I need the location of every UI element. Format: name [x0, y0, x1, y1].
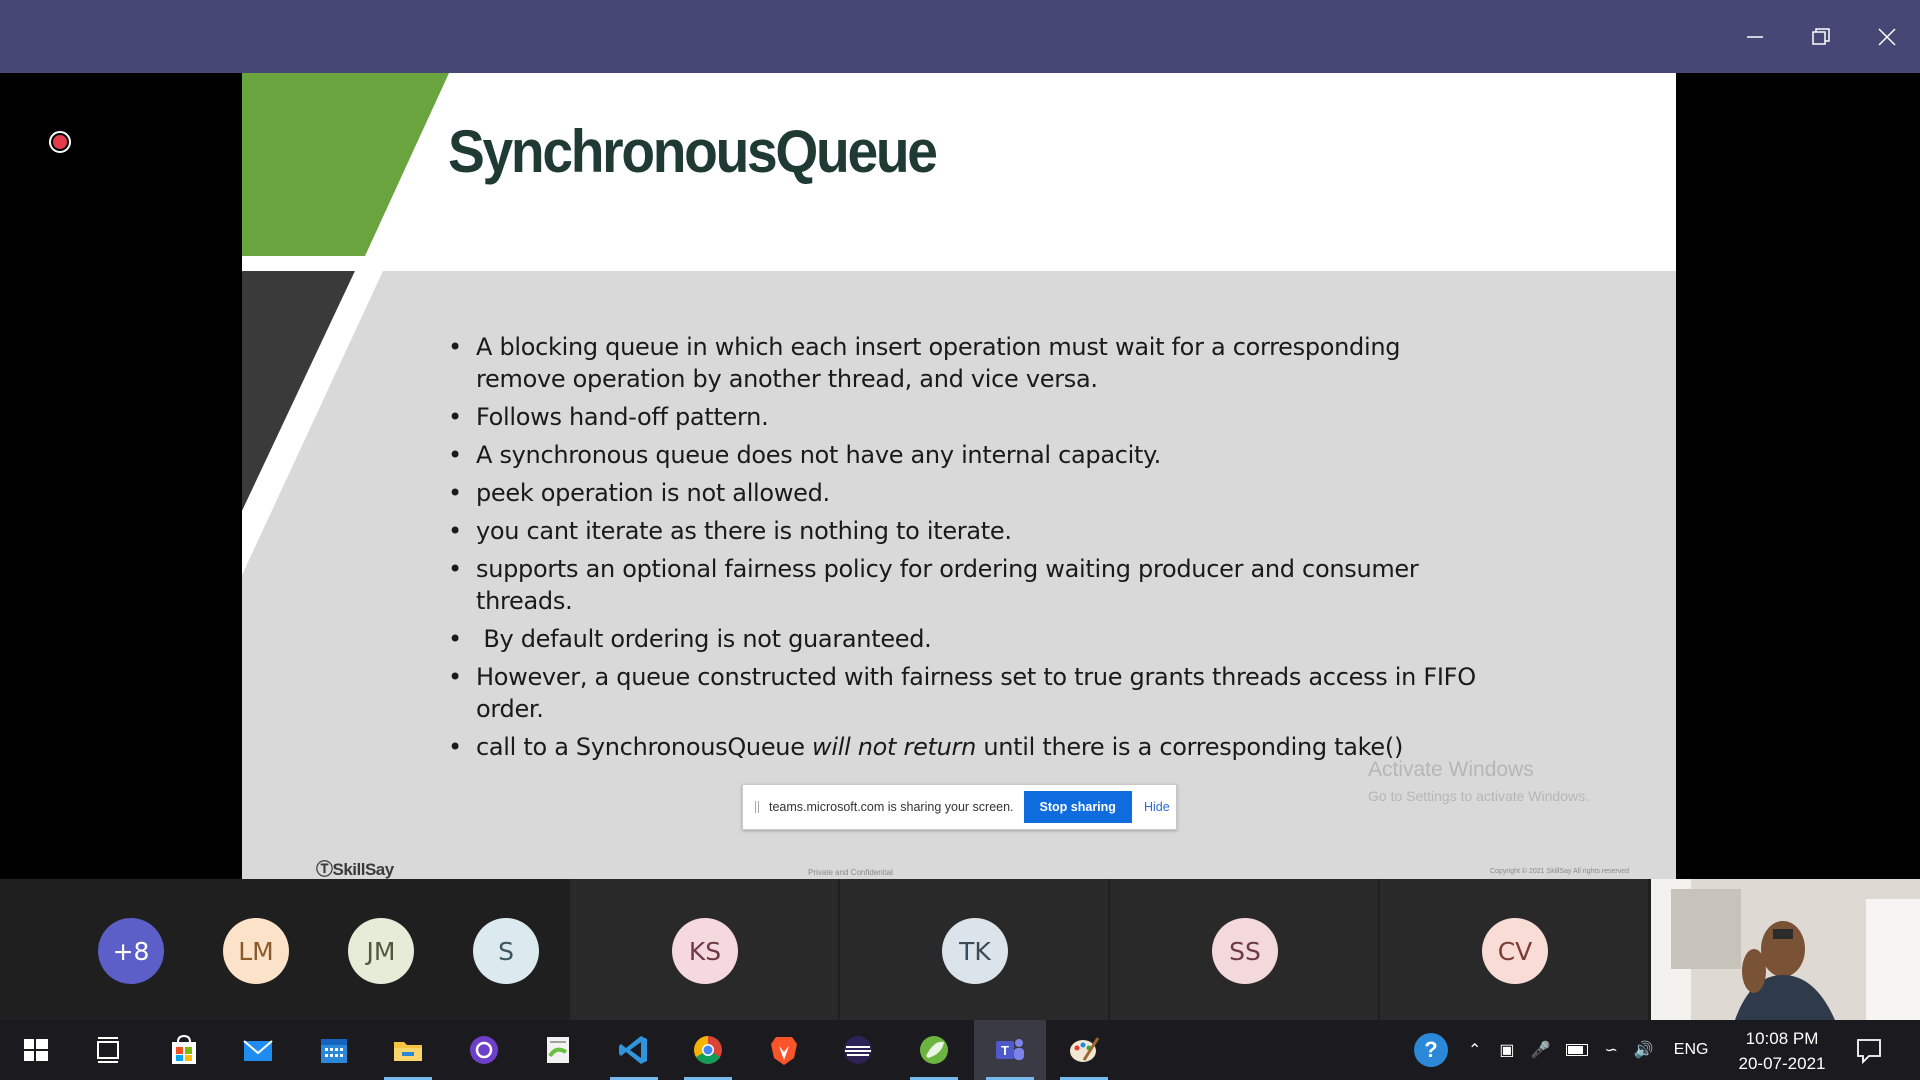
participant-avatar[interactable]: SS: [1212, 918, 1278, 984]
bullet-item: peek operation is not allowed.: [446, 477, 1486, 509]
slide-brand: ⓉSkillSay: [316, 855, 394, 879]
slide-bullet-list: A blocking queue in which each insert op…: [446, 331, 1486, 769]
file-explorer-icon[interactable]: [372, 1020, 444, 1080]
battery-icon[interactable]: [1566, 1044, 1589, 1056]
help-icon[interactable]: ?: [1414, 1033, 1448, 1067]
taskbar-clock[interactable]: 10:08 PM 20-07-2021: [1724, 1026, 1840, 1076]
restore-button[interactable]: [1788, 0, 1854, 73]
recording-indicator-icon: [49, 131, 71, 153]
drag-handle-icon[interactable]: [755, 801, 759, 813]
participant-avatar[interactable]: CV: [1482, 918, 1548, 984]
participant-avatar[interactable]: KS: [672, 918, 738, 984]
overflow-participants-avatar[interactable]: +8: [98, 918, 164, 984]
hide-banner-link[interactable]: Hide: [1144, 800, 1170, 814]
teams-icon[interactable]: T: [974, 1020, 1046, 1080]
watermark-subtitle: Go to Settings to activate Windows.: [1368, 788, 1589, 804]
participant-avatar[interactable]: JM: [348, 918, 414, 984]
eclipse-icon[interactable]: [822, 1020, 894, 1080]
bullet-text: until there is a corresponding take(): [976, 733, 1404, 761]
svg-text:T: T: [1001, 1043, 1009, 1058]
bullet-item: By default ordering is not guaranteed.: [446, 623, 1486, 655]
minimize-icon: [1747, 35, 1763, 38]
mail-icon[interactable]: [222, 1020, 294, 1080]
activate-windows-watermark: Activate Windows Go to Settings to activ…: [1368, 758, 1589, 804]
bullet-item: call to a SynchronousQueue will not retu…: [446, 731, 1486, 763]
clock-date: 20-07-2021: [1738, 1054, 1826, 1073]
screen-share-banner: teams.microsoft.com is sharing your scre…: [742, 784, 1177, 830]
chrome-icon[interactable]: [672, 1020, 744, 1080]
bullet-item: A synchronous queue does not have any in…: [446, 439, 1486, 471]
close-button[interactable]: [1854, 0, 1920, 73]
bullet-item: However, a queue constructed with fairne…: [446, 661, 1486, 725]
presenter-video[interactable]: [1651, 879, 1920, 1020]
windows-start-icon[interactable]: [0, 1020, 72, 1080]
close-icon: [1878, 27, 1896, 46]
brand-name: SkillSay: [332, 860, 395, 879]
brave-icon[interactable]: [748, 1020, 820, 1080]
meet-now-icon[interactable]: ▣: [1499, 1040, 1514, 1060]
volume-icon[interactable]: 🔊: [1634, 1040, 1654, 1060]
minimize-button[interactable]: [1722, 0, 1788, 73]
share-banner-text: teams.microsoft.com is sharing your scre…: [769, 800, 1014, 814]
slide-footer-center: Private and Confidential: [808, 868, 893, 877]
vscode-icon[interactable]: [598, 1020, 670, 1080]
window-title-bar: [0, 0, 1920, 73]
microphone-icon[interactable]: 🎤: [1531, 1040, 1551, 1060]
github-desktop-icon[interactable]: [448, 1020, 520, 1080]
bullet-item: Follows hand-off pattern.: [446, 401, 1486, 433]
spring-tools-icon[interactable]: [898, 1020, 970, 1080]
clock-time: 10:08 PM: [1745, 1029, 1819, 1048]
paint-icon[interactable]: [1048, 1020, 1120, 1080]
bullet-item: supports an optional fairness policy for…: [446, 553, 1486, 617]
presenter-video-frame: [1651, 879, 1920, 1020]
bullet-item: A blocking queue in which each insert op…: [446, 331, 1486, 395]
system-tray: ? ⌃ ▣ 🎤 ∽ 🔊 ENG: [1414, 1020, 1708, 1080]
watermark-title: Activate Windows: [1368, 758, 1534, 781]
calendar-icon[interactable]: [298, 1020, 370, 1080]
notifications-icon[interactable]: [1834, 1020, 1904, 1080]
bullet-item: you cant iterate as there is nothing to …: [446, 515, 1486, 547]
task-view-icon[interactable]: [72, 1020, 144, 1080]
skillsay-logo-icon: Ⓣ: [316, 860, 333, 879]
slide-title: SynchronousQueue: [448, 118, 938, 185]
restore-icon: [1812, 27, 1830, 45]
participant-avatar[interactable]: S: [473, 918, 539, 984]
shared-slide: SynchronousQueue A blocking queue in whi…: [242, 73, 1676, 879]
chevron-up-icon[interactable]: ⌃: [1468, 1040, 1481, 1060]
notepad-plus-icon[interactable]: [522, 1020, 594, 1080]
stop-sharing-button[interactable]: Stop sharing: [1023, 791, 1132, 823]
participant-avatar[interactable]: TK: [942, 918, 1008, 984]
input-language[interactable]: ENG: [1674, 1041, 1709, 1059]
wifi-icon[interactable]: ∽: [1604, 1040, 1617, 1060]
store-icon[interactable]: [148, 1020, 220, 1080]
slide-footer-right: Copyright © 2021 SkillSay All rights res…: [1490, 868, 1629, 875]
bullet-emphasis: will not return: [812, 733, 977, 761]
bullet-text: call to a SynchronousQueue: [476, 733, 812, 761]
participant-avatar[interactable]: LM: [223, 918, 289, 984]
